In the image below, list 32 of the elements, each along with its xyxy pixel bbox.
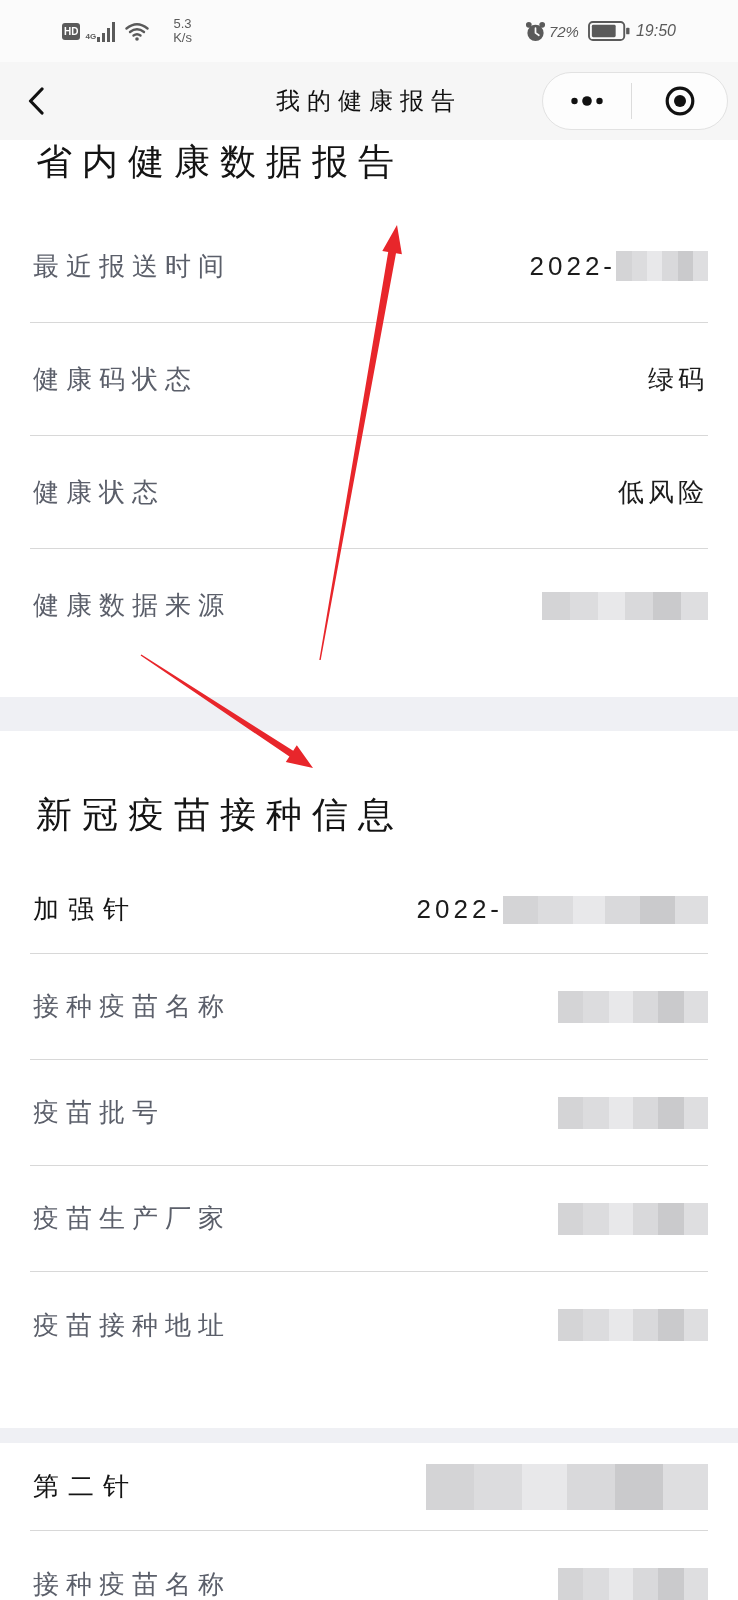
row-label: 健康数据来源 [33, 589, 231, 622]
row-label: 接种疫苗名称 [33, 990, 231, 1023]
wifi-icon [125, 21, 150, 41]
row-label: 疫苗批号 [33, 1096, 165, 1129]
battery-icon [587, 21, 630, 41]
hd-badge: HD [62, 22, 81, 40]
clock-time: 19:50 [635, 22, 676, 40]
network-type-label: 4G [85, 32, 97, 41]
row-label: 疫苗接种地址 [33, 1308, 231, 1342]
target-icon [664, 86, 695, 116]
network-speed: 5.3 [173, 17, 192, 31]
row-label: 最近报送时间 [33, 249, 231, 283]
back-button[interactable] [28, 87, 44, 115]
page-title: 我的健康报告 [276, 86, 462, 116]
row-value: 低风险 [618, 475, 708, 509]
battery-percent: 72% [548, 22, 579, 40]
network-speed-unit: K/s [173, 31, 192, 45]
row-value: 2022- [529, 250, 616, 282]
row-label: 接种疫苗名称 [33, 1567, 231, 1600]
row-label: 疫苗生产厂家 [33, 1202, 231, 1235]
section-title: 新冠疫苗接种信息 [36, 794, 404, 835]
signal-icon [97, 22, 116, 42]
dose-date: 2022- [416, 894, 503, 925]
more-dots-icon [571, 96, 603, 106]
row-value: 绿码 [648, 362, 708, 396]
section-title: 省内健康数据报告 [36, 140, 404, 184]
dose-label: 第二针 [33, 1470, 138, 1503]
row-label: 健康码状态 [33, 362, 198, 396]
back-icon [28, 87, 44, 115]
dose-label: 加强针 [33, 893, 138, 926]
alarm-clock-icon [524, 20, 546, 42]
row-label: 健康状态 [33, 475, 165, 509]
